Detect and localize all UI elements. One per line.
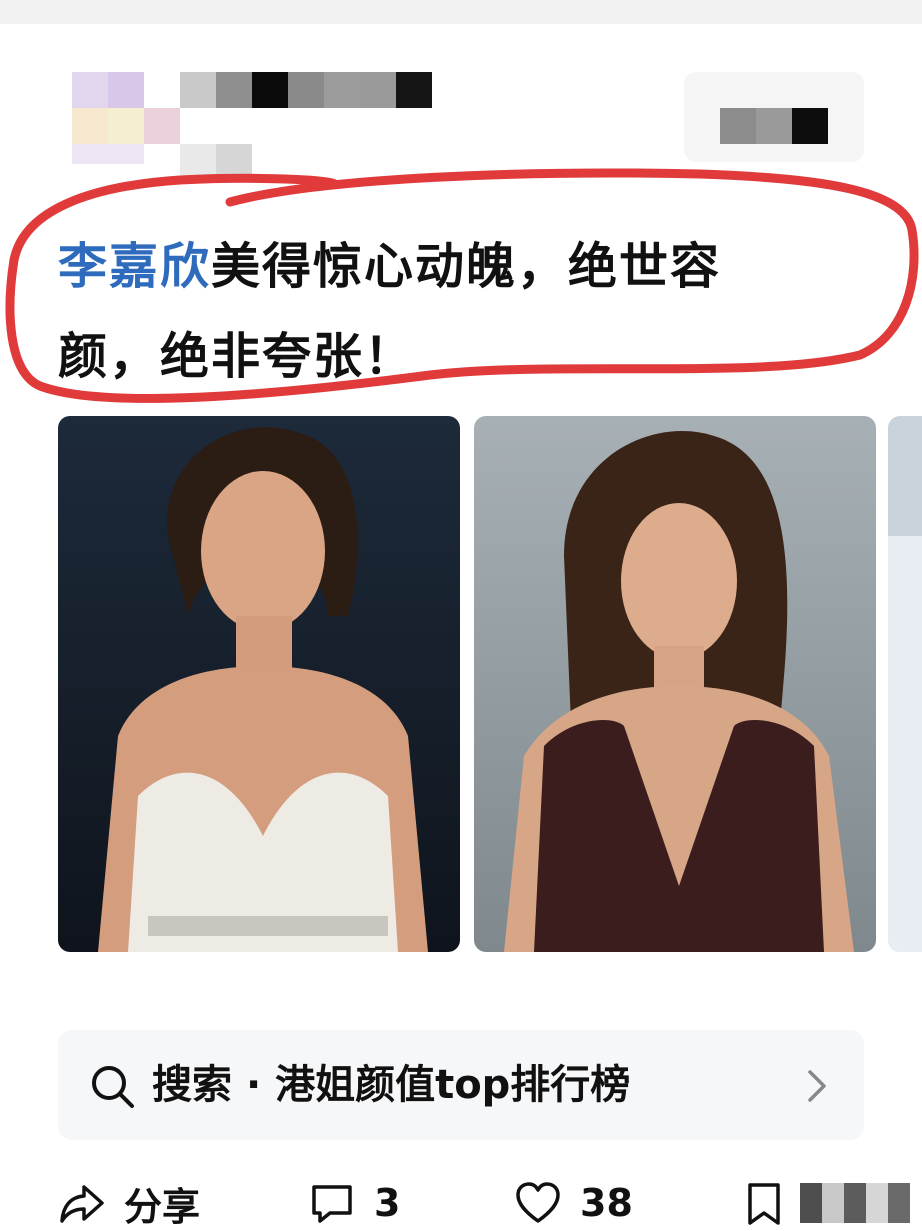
title-highlight-link[interactable]: 李嘉欣 [58, 238, 211, 295]
comment-button[interactable]: 3 [308, 1178, 400, 1228]
like-button[interactable]: 38 [514, 1178, 633, 1228]
title-line2-text: 颜，绝非夸张！ [58, 328, 416, 385]
post-image-3[interactable] [888, 416, 922, 952]
follow-button[interactable] [684, 72, 864, 162]
comment-count: 3 [374, 1181, 401, 1225]
post-title: 李嘉欣美得惊心动魄，绝世容颜，绝非夸张！ [58, 222, 888, 402]
chevron-right-icon [808, 1070, 826, 1102]
search-text: 搜索 · 港姐颜值top排行榜 [152, 1030, 630, 1140]
status-strip [0, 0, 922, 24]
photo-woman-dark-dress [474, 416, 876, 952]
share-label: 分享 [124, 1184, 201, 1229]
photo-partial [888, 416, 922, 952]
share-icon [60, 1185, 104, 1223]
photo-woman-white-dress [58, 416, 460, 952]
title-line1-text: 美得惊心动魄，绝世容 [211, 238, 722, 295]
post-image-2[interactable] [474, 416, 876, 952]
search-suggestion-bar[interactable]: 搜索 · 港姐颜值top排行榜 [58, 1030, 864, 1140]
post-image-1[interactable] [58, 416, 460, 952]
action-bar: 分享 3 38 [0, 1160, 922, 1229]
like-count: 38 [580, 1181, 633, 1225]
more-action-button[interactable] [740, 1178, 910, 1228]
bookmark-icon [748, 1183, 780, 1225]
comment-icon [312, 1185, 352, 1223]
pixelated-count [800, 1183, 910, 1223]
heart-icon [516, 1182, 560, 1223]
search-query: 港姐颜值top排行榜 [275, 1062, 631, 1108]
search-dot: · [245, 1062, 262, 1108]
search-prefix: 搜索 [152, 1062, 232, 1108]
share-button[interactable]: 分享 [58, 1178, 201, 1229]
search-icon [92, 1066, 134, 1108]
